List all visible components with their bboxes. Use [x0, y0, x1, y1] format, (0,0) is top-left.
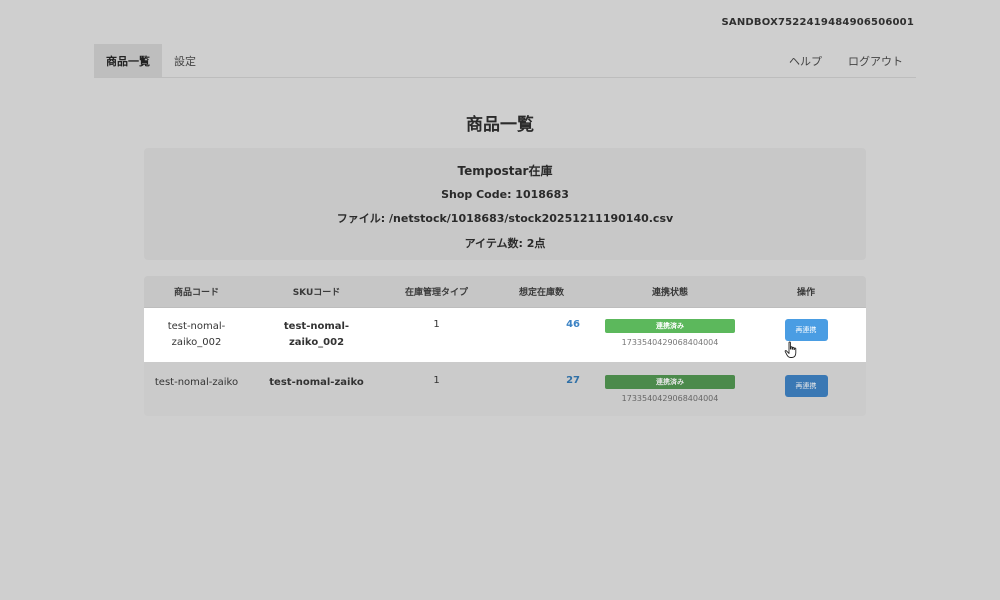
product-code-cell: test-nomal- zaiko_002: [144, 319, 249, 362]
stock-info-panel: Tempostar在庫 Shop Code: 1018683 ファイル: /ne…: [144, 148, 866, 260]
top-nav: 商品一覧 設定 ヘルプ ログアウト: [94, 44, 916, 78]
sku-code-cell: test-nomal-zaiko: [269, 377, 364, 388]
header-link-status: 連携状態: [651, 288, 688, 298]
status-badge: 連携済み: [605, 319, 735, 333]
link-status-cell: 連携済み 1733540429068404004: [594, 319, 746, 362]
status-id: 1733540429068404004: [621, 338, 719, 347]
table-row: test-nomal-zaiko test-nomal-zaiko 1 27 連…: [144, 362, 866, 414]
help-link[interactable]: ヘルプ: [776, 44, 835, 77]
header-stock-type: 在庫管理タイプ: [404, 288, 468, 298]
relink-button[interactable]: 再連携: [784, 319, 828, 341]
sku-code-line: zaiko_002: [288, 337, 345, 348]
relink-button[interactable]: 再連携: [784, 375, 828, 397]
status-badge: 連携済み: [605, 375, 735, 389]
shop-code: Shop Code: 1018683: [441, 188, 569, 201]
product-code-line: test-nomal-: [167, 321, 226, 332]
product-code-cell: test-nomal-zaiko: [154, 377, 239, 388]
stock-type-cell: 1: [433, 319, 440, 330]
hand-cursor-icon: [784, 341, 797, 358]
header-product-code: 商品コード: [173, 288, 219, 298]
header-actions: 操作: [796, 288, 815, 298]
item-count: アイテム数: 2点: [464, 237, 546, 250]
product-code-line: zaiko_002: [171, 337, 222, 348]
tab-settings[interactable]: 設定: [162, 44, 208, 77]
file-path: ファイル: /netstock/1018683/stock20251211190…: [336, 212, 674, 225]
product-table: 商品コード SKUコード 在庫管理タイプ 想定在庫数 連携状態 操作 test-…: [144, 276, 866, 416]
header-sku-code: SKUコード: [292, 288, 341, 298]
action-cell: 再連携: [746, 375, 866, 414]
table-row: test-nomal- zaiko_002 test-nomal- zaiko_…: [144, 308, 866, 362]
header-stock-count: 想定在庫数: [518, 288, 564, 298]
sku-code-cell: test-nomal- zaiko_002: [249, 319, 384, 362]
action-cell: 再連携: [746, 319, 866, 362]
table-header: 商品コード SKUコード 在庫管理タイプ 想定在庫数 連携状態 操作: [144, 276, 866, 308]
stock-count-cell: 27: [566, 375, 580, 386]
stock-type-cell: 1: [433, 375, 440, 386]
stock-count-cell: 46: [566, 319, 580, 330]
info-title: Tempostar在庫: [457, 164, 553, 178]
sku-code-line: test-nomal-: [283, 321, 350, 332]
logout-link[interactable]: ログアウト: [835, 44, 916, 77]
account-id: SANDBOX7522419484906506001: [721, 17, 914, 28]
tab-product-list[interactable]: 商品一覧: [94, 44, 162, 77]
page-title: 商品一覧: [466, 115, 534, 135]
status-id: 1733540429068404004: [621, 394, 719, 403]
link-status-cell: 連携済み 1733540429068404004: [594, 375, 746, 414]
